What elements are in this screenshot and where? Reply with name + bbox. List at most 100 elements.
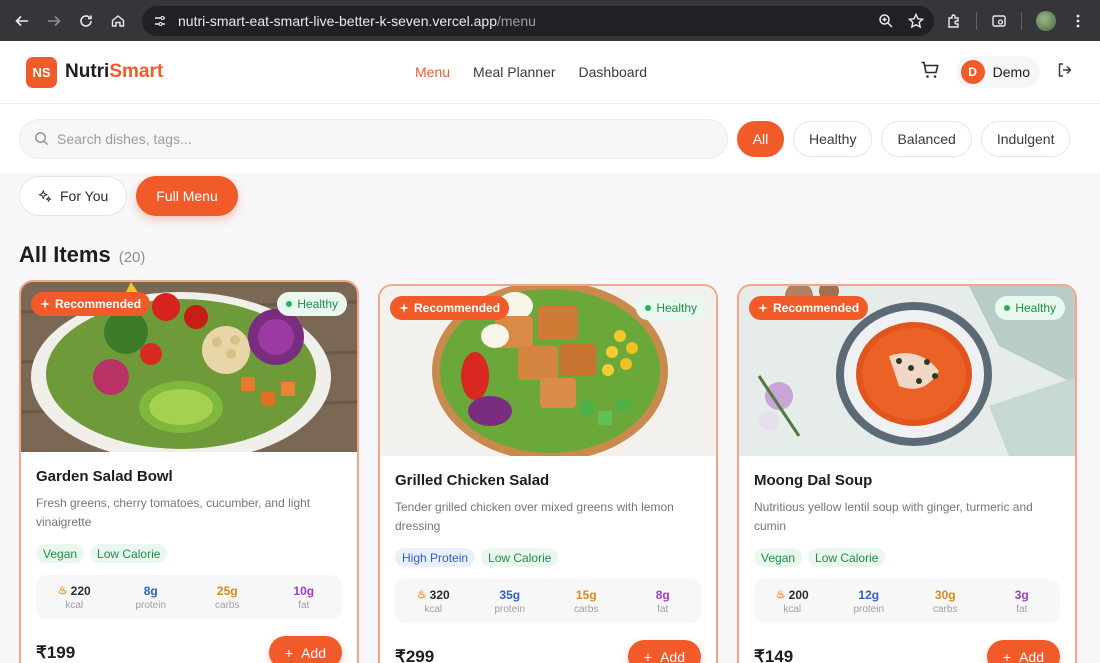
fat-label: fat	[657, 603, 669, 615]
toolbar-divider	[1021, 11, 1022, 30]
logo[interactable]: NS NutriSmart	[26, 56, 163, 88]
kcal-value: 220	[70, 583, 91, 598]
zoom-icon[interactable]	[878, 13, 894, 29]
logo-text: NutriSmart	[65, 61, 163, 83]
logo-text-part1: Nutri	[65, 61, 110, 82]
item-price: ₹149	[754, 646, 794, 663]
app-header: NS NutriSmart Menu Meal Planner Dashboar…	[0, 41, 1100, 104]
menu-kebab-icon[interactable]	[1070, 13, 1086, 29]
site-info-icon[interactable]	[152, 13, 168, 29]
filter-indulgent[interactable]: Indulgent	[980, 120, 1071, 157]
full-menu-label: Full Menu	[156, 188, 218, 204]
menu-card[interactable]: Recommended Healthy Garden Salad Bowl Fr…	[19, 280, 359, 663]
item-name: Garden Salad Bowl	[36, 468, 173, 485]
toolbar-divider	[976, 11, 977, 30]
tag: High Protein	[395, 548, 476, 567]
nav-dashboard[interactable]: Dashboard	[579, 64, 648, 80]
add-label: Add	[1019, 648, 1044, 663]
kcal-label: kcal	[783, 603, 802, 615]
protein-label: protein	[135, 599, 167, 611]
item-description: Nutritious yellow lentil soup with ginge…	[754, 500, 1033, 533]
recommended-badge: Recommended	[31, 292, 151, 316]
add-label: Add	[301, 644, 326, 661]
sparkle-icon	[399, 303, 409, 313]
url-host: nutri-smart-eat-smart-live-better-k-seve…	[178, 12, 497, 29]
carbs-label: carbs	[933, 603, 958, 615]
nav-menu[interactable]: Menu	[415, 64, 450, 80]
fat-value: 10g	[293, 583, 315, 598]
menu-grid: Recommended Healthy Garden Salad Bowl Fr…	[0, 268, 1100, 663]
forward-icon[interactable]	[40, 7, 68, 35]
status-dot-icon	[286, 301, 293, 307]
menu-card[interactable]: Recommended Healthy Grilled Chicken Sala…	[378, 284, 718, 663]
user-name: Demo	[992, 64, 1030, 80]
carbs-label: carbs	[574, 603, 599, 615]
search-input[interactable]	[57, 130, 713, 147]
section-header: All Items (20)	[0, 216, 1100, 268]
logout-icon[interactable]	[1056, 61, 1074, 84]
kcal-value: 200	[788, 587, 809, 602]
nutrition-panel: ♨ 200 kcal 12g protein 30g carbs 3g fat	[754, 579, 1060, 623]
protein-label: protein	[494, 603, 526, 615]
profile-avatar-icon[interactable]	[1036, 10, 1056, 31]
tag: Low Calorie	[808, 548, 886, 567]
tag: Vegan	[754, 548, 803, 567]
section-title: All Items	[19, 242, 111, 267]
browser-toolbar: nutri-smart-eat-smart-live-better-k-seve…	[0, 0, 1100, 41]
filter-healthy[interactable]: Healthy	[793, 120, 873, 157]
status-dot-icon	[1004, 305, 1011, 311]
kcal-label: kcal	[424, 603, 443, 615]
address-bar[interactable]: nutri-smart-eat-smart-live-better-k-seve…	[142, 5, 934, 36]
back-icon[interactable]	[8, 7, 36, 35]
plus-icon: +	[1002, 648, 1012, 663]
sparkles-icon	[38, 190, 52, 202]
add-to-cart-button[interactable]: + Add	[627, 640, 701, 663]
search-icon	[35, 132, 49, 146]
item-description: Fresh greens, cherry tomatoes, cucumber,…	[36, 496, 311, 529]
sparkle-icon	[40, 299, 50, 309]
health-badge: Healthy	[995, 296, 1065, 320]
nav-meal-planner[interactable]: Meal Planner	[473, 64, 556, 80]
food-image: Recommended Healthy	[21, 282, 357, 452]
extensions-icon[interactable]	[946, 13, 962, 29]
health-label: Healthy	[1015, 301, 1056, 315]
kcal-label: kcal	[65, 599, 84, 611]
item-price: ₹299	[395, 646, 435, 663]
for-you-button[interactable]: For You	[19, 176, 128, 216]
carbs-value: 15g	[575, 587, 597, 602]
flame-icon: ♨	[775, 589, 786, 601]
kcal-value: 320	[429, 587, 450, 602]
full-menu-button[interactable]: Full Menu	[136, 176, 238, 216]
bookmark-star-icon[interactable]	[908, 12, 924, 29]
item-name: Moong Dal Soup	[754, 472, 873, 489]
health-badge: Healthy	[277, 292, 347, 316]
nutrition-panel: ♨ 220 kcal 8g protein 25g carbs 10g fat	[36, 575, 342, 619]
for-you-label: For You	[60, 188, 109, 204]
add-to-cart-button[interactable]: + Add	[268, 636, 342, 663]
logo-text-part2: Smart	[109, 61, 164, 82]
user-menu[interactable]: D Demo	[955, 56, 1040, 88]
menu-card[interactable]: Recommended Healthy Moong Dal Soup Nutri…	[737, 284, 1077, 663]
reload-icon[interactable]	[72, 7, 100, 35]
search-box	[19, 118, 728, 159]
protein-value: 35g	[499, 587, 521, 602]
item-count: (20)	[118, 249, 146, 266]
home-icon[interactable]	[104, 7, 132, 35]
food-image: Recommended Healthy	[380, 286, 716, 456]
protein-value: 12g	[858, 587, 880, 602]
recommended-label: Recommended	[55, 297, 142, 311]
carbs-value: 25g	[216, 583, 238, 598]
fat-label: fat	[298, 599, 310, 611]
health-label: Healthy	[297, 297, 338, 311]
sparkle-icon	[758, 303, 768, 313]
tab-search-icon[interactable]	[991, 13, 1007, 29]
filter-all[interactable]: All	[737, 120, 784, 157]
protein-label: protein	[853, 603, 885, 615]
protein-value: 8g	[143, 583, 158, 598]
avatar: D	[960, 60, 985, 84]
cart-icon[interactable]	[920, 60, 940, 85]
tag: Low Calorie	[481, 548, 559, 567]
filter-balanced[interactable]: Balanced	[881, 120, 972, 157]
carbs-value: 30g	[934, 587, 956, 602]
add-to-cart-button[interactable]: + Add	[986, 640, 1060, 663]
